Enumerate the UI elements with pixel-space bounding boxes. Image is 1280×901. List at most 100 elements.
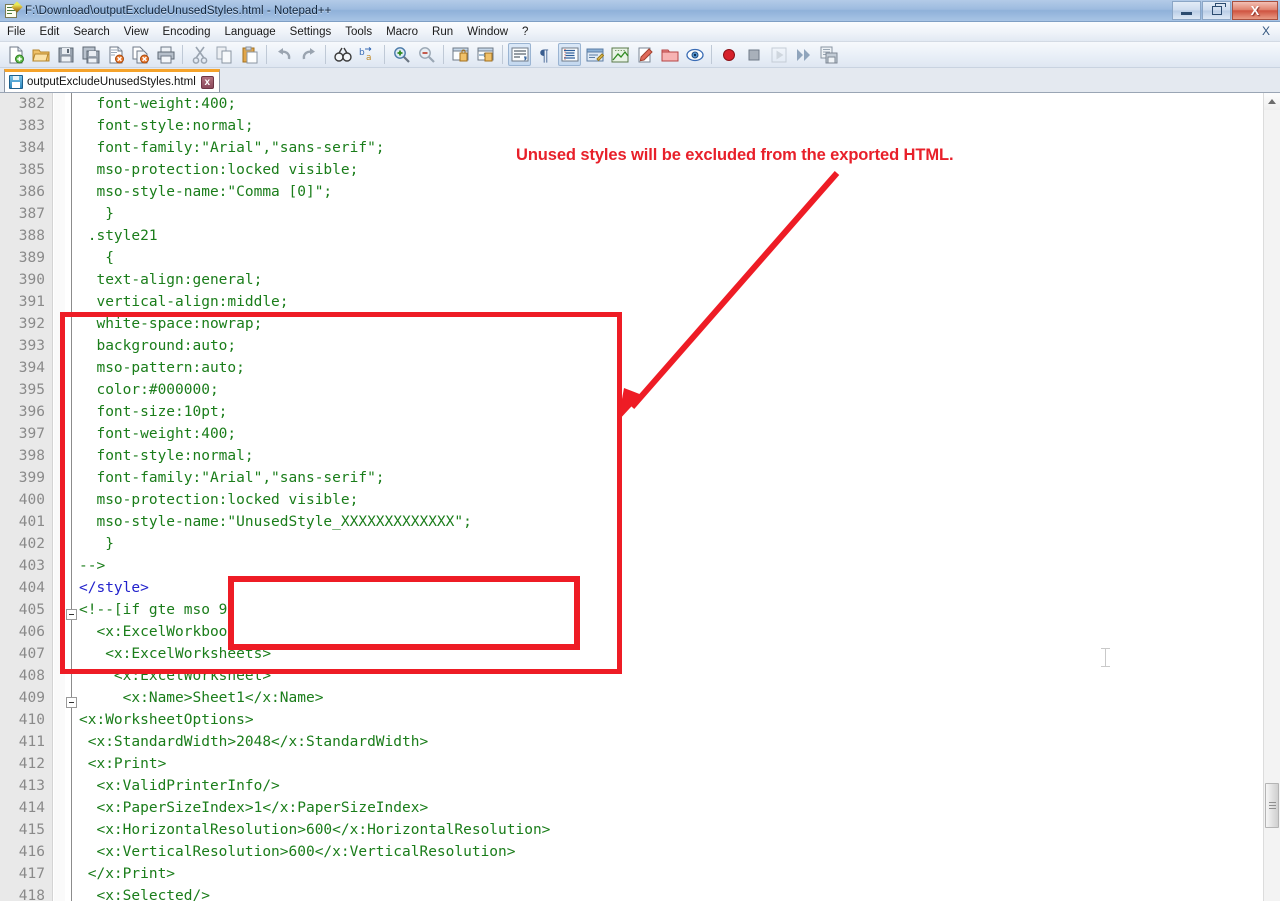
save-all-icon[interactable] xyxy=(79,43,102,66)
line-number: 405 xyxy=(0,599,45,621)
code-line[interactable]: <x:HorizontalResolution>600</x:Horizonta… xyxy=(79,819,550,841)
line-number: 382 xyxy=(0,93,45,115)
code-line[interactable]: </x:Print> xyxy=(79,863,175,885)
macro-stop-icon[interactable] xyxy=(742,43,765,66)
code-line[interactable]: text-align:general; xyxy=(79,269,262,291)
macro-record-icon[interactable] xyxy=(717,43,740,66)
minimize-button[interactable] xyxy=(1172,1,1201,20)
macro-save-icon[interactable] xyxy=(817,43,840,66)
close-file-icon[interactable] xyxy=(104,43,127,66)
scroll-up-arrow-icon[interactable] xyxy=(1264,93,1280,110)
code-line[interactable]: <x:VerticalResolution>600</x:VerticalRes… xyxy=(79,841,516,863)
line-number: 415 xyxy=(0,819,45,841)
save-icon[interactable] xyxy=(54,43,77,66)
code-line[interactable]: <x:StandardWidth>2048</x:StandardWidth> xyxy=(79,731,428,753)
code-line[interactable]: font-style:normal; xyxy=(79,115,254,137)
toolbar-separator xyxy=(266,45,267,64)
line-number: 387 xyxy=(0,203,45,225)
word-wrap-icon[interactable] xyxy=(508,43,531,66)
folder-as-workspace-icon[interactable] xyxy=(658,43,681,66)
tab-close-icon[interactable]: x xyxy=(201,76,214,89)
code-line[interactable]: mso-style-name:"Comma [0]"; xyxy=(79,181,332,203)
open-file-icon[interactable] xyxy=(29,43,52,66)
code-line[interactable]: <x:PaperSizeIndex>1</x:PaperSizeIndex> xyxy=(79,797,428,819)
menu-item-view[interactable]: View xyxy=(117,24,156,40)
line-number: 418 xyxy=(0,885,45,901)
sync-horizontal-scroll-icon[interactable] xyxy=(474,43,497,66)
notepadpp-app-icon xyxy=(4,3,20,19)
menu-item-help[interactable]: ? xyxy=(515,24,535,40)
menu-item-search[interactable]: Search xyxy=(66,24,116,40)
code-line[interactable]: font-weight:400; xyxy=(79,93,236,115)
print-icon[interactable] xyxy=(154,43,177,66)
redo-icon[interactable] xyxy=(297,43,320,66)
tab-outputexcludeunusedstyles[interactable]: outputExcludeUnusedStyles.html x xyxy=(4,69,220,92)
close-icon: X xyxy=(1251,3,1260,18)
toolbar-separator xyxy=(502,45,503,64)
line-number: 404 xyxy=(0,577,45,599)
cut-icon[interactable] xyxy=(188,43,211,66)
paste-icon[interactable] xyxy=(238,43,261,66)
code-line[interactable]: <x:Print> xyxy=(79,753,166,775)
tab-label: outputExcludeUnusedStyles.html xyxy=(27,76,196,88)
vertical-scroll-thumb[interactable] xyxy=(1265,783,1279,828)
code-line[interactable]: <x:ValidPrinterInfo/> xyxy=(79,775,280,797)
code-line[interactable]: <x:Name>Sheet1</x:Name> xyxy=(79,687,323,709)
show-all-characters-icon[interactable]: ¶ xyxy=(533,43,556,66)
menu-item-language[interactable]: Language xyxy=(217,24,282,40)
svg-text:¶: ¶ xyxy=(539,46,549,64)
line-number: 407 xyxy=(0,643,45,665)
line-number: 396 xyxy=(0,401,45,423)
sync-vertical-scroll-icon[interactable] xyxy=(449,43,472,66)
menu-item-tools[interactable]: Tools xyxy=(338,24,379,40)
line-number: 411 xyxy=(0,731,45,753)
window-controls: X xyxy=(1171,1,1278,20)
save-disk-icon xyxy=(9,75,23,89)
code-line[interactable]: { xyxy=(79,247,114,269)
show-indent-guide-icon[interactable] xyxy=(558,43,581,66)
line-number: 388 xyxy=(0,225,45,247)
code-line[interactable]: <x:Selected/> xyxy=(79,885,210,901)
restore-button[interactable] xyxy=(1202,1,1231,20)
code-line[interactable]: vertical-align:middle; xyxy=(79,291,289,313)
vertical-scrollbar[interactable] xyxy=(1263,93,1280,901)
show-whitespace-icon[interactable] xyxy=(608,43,631,66)
macro-playback-multiple-icon[interactable] xyxy=(792,43,815,66)
user-defined-dialog-icon[interactable] xyxy=(583,43,606,66)
code-line[interactable]: .style21 xyxy=(79,225,158,247)
line-number: 397 xyxy=(0,423,45,445)
line-number: 384 xyxy=(0,137,45,159)
code-line[interactable]: } xyxy=(79,203,114,225)
close-document-button[interactable]: X xyxy=(1262,24,1270,38)
line-number: 399 xyxy=(0,467,45,489)
find-icon[interactable] xyxy=(331,43,354,66)
document-map-icon[interactable] xyxy=(683,43,706,66)
menu-item-file[interactable]: File xyxy=(0,24,33,40)
close-window-button[interactable]: X xyxy=(1232,1,1278,20)
menu-item-settings[interactable]: Settings xyxy=(283,24,339,40)
line-number: 391 xyxy=(0,291,45,313)
code-line[interactable]: font-family:"Arial","sans-serif"; xyxy=(79,137,385,159)
code-editor[interactable]: 3823833843853863873883893903913923933943… xyxy=(0,93,1280,901)
menu-item-window[interactable]: Window xyxy=(460,24,515,40)
toolbar-separator xyxy=(443,45,444,64)
code-line[interactable]: mso-protection:locked visible; xyxy=(79,159,358,181)
copy-icon[interactable] xyxy=(213,43,236,66)
line-number: 412 xyxy=(0,753,45,775)
new-file-icon[interactable] xyxy=(4,43,27,66)
menu-item-macro[interactable]: Macro xyxy=(379,24,425,40)
menu-item-run[interactable]: Run xyxy=(425,24,460,40)
macro-play-icon[interactable] xyxy=(767,43,790,66)
fold-marker-405[interactable] xyxy=(66,697,77,708)
zoom-out-icon[interactable] xyxy=(415,43,438,66)
replace-icon[interactable]: ba xyxy=(356,43,379,66)
code-line[interactable]: <x:WorksheetOptions> xyxy=(79,709,254,731)
undo-icon[interactable] xyxy=(272,43,295,66)
zoom-in-icon[interactable] xyxy=(390,43,413,66)
svg-text:b: b xyxy=(359,48,365,58)
pencil-icon[interactable] xyxy=(633,43,656,66)
menu-item-encoding[interactable]: Encoding xyxy=(156,24,218,40)
menu-item-edit[interactable]: Edit xyxy=(33,24,67,40)
line-number: 408 xyxy=(0,665,45,687)
close-all-files-icon[interactable] xyxy=(129,43,152,66)
